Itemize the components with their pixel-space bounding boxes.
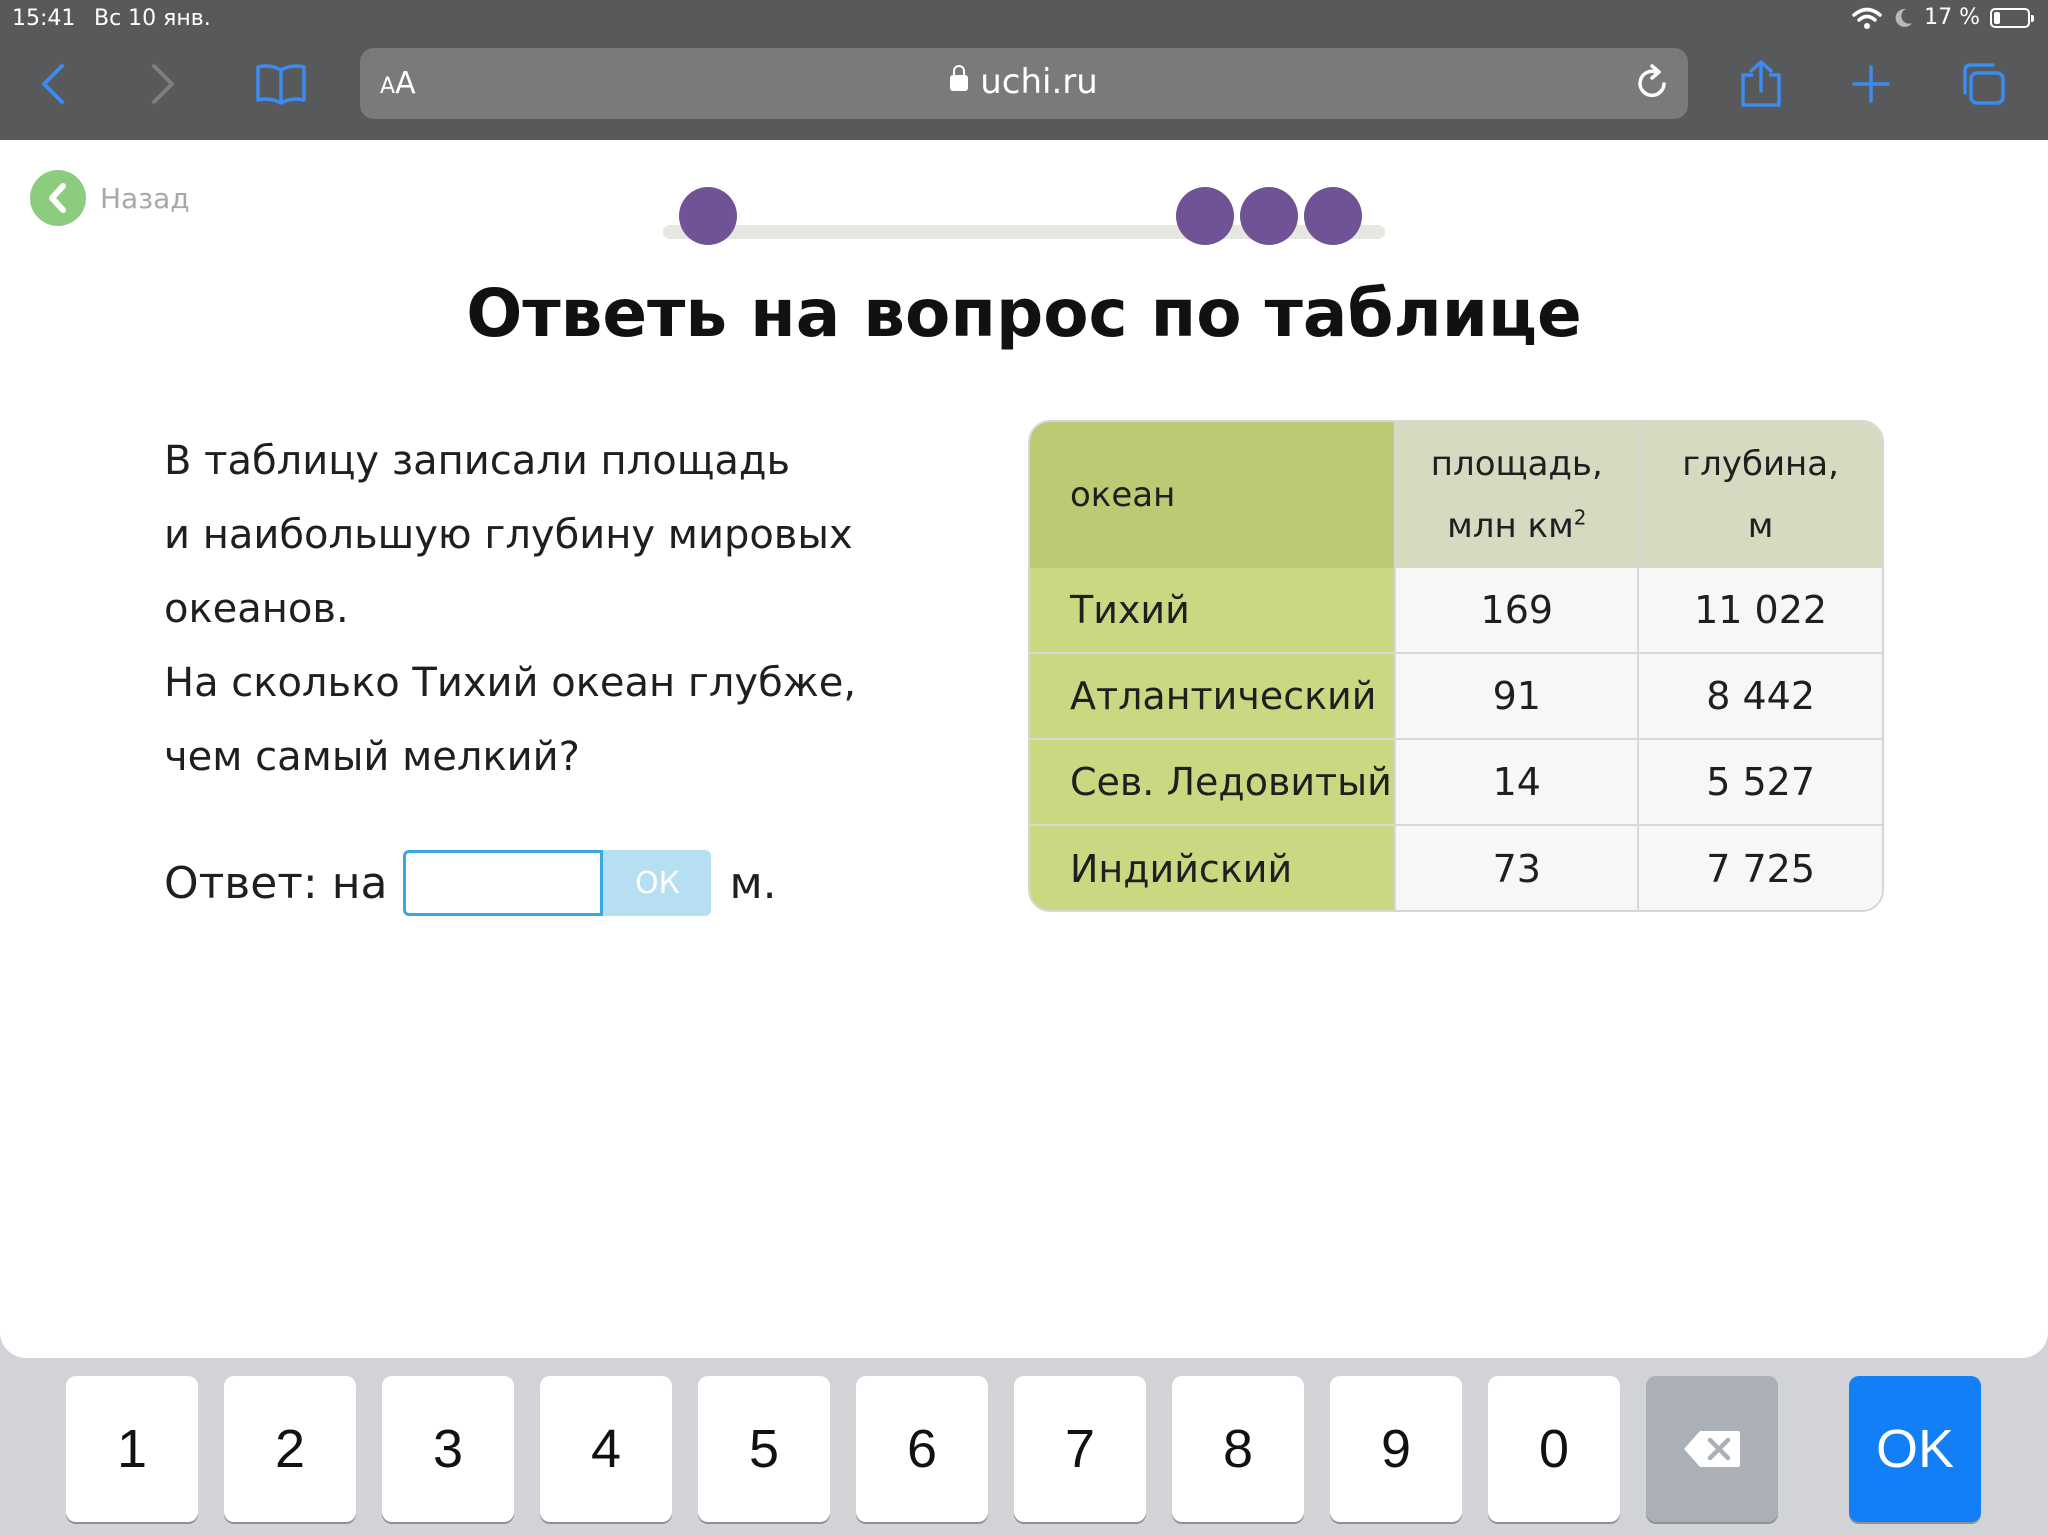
question-line: и наибольшую глубину мировых bbox=[164, 512, 853, 558]
cell-depth: 7 725 bbox=[1637, 826, 1882, 910]
reload-icon[interactable] bbox=[1634, 64, 1670, 102]
table-row: Индийский 73 7 725 bbox=[1030, 826, 1882, 910]
status-right: 17 % bbox=[1852, 5, 2034, 30]
progress-bar bbox=[663, 187, 1385, 245]
progress-dot bbox=[1304, 187, 1362, 245]
key-3[interactable]: 3 bbox=[382, 1376, 514, 1522]
wifi-icon bbox=[1852, 7, 1882, 29]
question-line: На сколько Тихий океан глубже, bbox=[164, 660, 857, 706]
answer-row: Ответ: на ОК м. bbox=[164, 850, 777, 916]
browser-back-button[interactable] bbox=[18, 52, 88, 116]
browser-chrome: 15:41 Вс 10 янв. 17 % AA uchi.ru bbox=[0, 0, 2048, 140]
tabs-icon bbox=[1963, 63, 2005, 105]
keyboard-ok-button[interactable]: OK bbox=[1849, 1376, 1981, 1522]
cell-ocean: Тихий bbox=[1030, 568, 1395, 652]
cell-depth: 5 527 bbox=[1637, 740, 1882, 824]
progress-dot bbox=[679, 187, 737, 245]
key-9[interactable]: 9 bbox=[1330, 1376, 1462, 1522]
cell-ocean: Атлантический bbox=[1030, 654, 1395, 738]
oceans-table: океан площадь, млн км2 глубина, м Тихий 16… bbox=[1028, 420, 1884, 912]
status-date: Вс 10 янв. bbox=[94, 6, 211, 31]
moon-icon bbox=[1895, 8, 1913, 27]
header-area-line1: площадь, bbox=[1430, 444, 1603, 484]
key-4[interactable]: 4 bbox=[540, 1376, 672, 1522]
browser-forward-button[interactable] bbox=[128, 52, 198, 116]
battery-icon bbox=[1990, 7, 2034, 28]
chevron-right-icon bbox=[152, 64, 174, 104]
share-icon bbox=[1741, 60, 1781, 107]
chevron-left-icon bbox=[42, 64, 64, 104]
status-bar: 15:41 Вс 10 янв. 17 % bbox=[0, 0, 2048, 40]
header-depth: глубина, м bbox=[1637, 422, 1882, 568]
key-1[interactable]: 1 bbox=[66, 1376, 198, 1522]
key-5[interactable]: 5 bbox=[698, 1376, 830, 1522]
address-bar[interactable]: AA uchi.ru bbox=[360, 48, 1688, 119]
cell-area: 73 bbox=[1394, 826, 1638, 910]
book-icon bbox=[256, 64, 306, 105]
plus-icon bbox=[1852, 65, 1890, 103]
table-row: Сев. Ледовитый 14 5 527 bbox=[1030, 740, 1882, 826]
status-time: 15:41 bbox=[12, 6, 76, 31]
progress-dot bbox=[1176, 187, 1234, 245]
cell-area: 14 bbox=[1394, 740, 1638, 824]
share-button[interactable] bbox=[1726, 52, 1796, 116]
chevron-left-icon bbox=[49, 183, 66, 213]
battery-percent: 17 % bbox=[1924, 5, 1980, 30]
header-area-sup: 2 bbox=[1573, 505, 1587, 530]
answer-prefix: Ответ: на bbox=[164, 857, 388, 909]
back-circle[interactable] bbox=[30, 170, 86, 226]
backspace-icon bbox=[1684, 1431, 1740, 1467]
header-area-line2: млн км bbox=[1447, 506, 1574, 546]
bookmarks-button[interactable] bbox=[246, 52, 316, 116]
url-text: uchi.ru bbox=[980, 62, 1098, 102]
answer-input[interactable] bbox=[403, 850, 604, 916]
question-line: В таблицу записали площадь bbox=[164, 438, 791, 484]
new-tab-button[interactable] bbox=[1836, 52, 1906, 116]
header-depth-line1: глубина, bbox=[1682, 444, 1839, 484]
key-2[interactable]: 2 bbox=[224, 1376, 356, 1522]
table-header-row: океан площадь, млн км2 глубина, м bbox=[1030, 422, 1882, 568]
question-line: океанов. bbox=[164, 586, 349, 632]
key-6[interactable]: 6 bbox=[856, 1376, 988, 1522]
progress-dot bbox=[1240, 187, 1298, 245]
table-row: Тихий 169 11 022 bbox=[1030, 568, 1882, 654]
key-0[interactable]: 0 bbox=[1488, 1376, 1620, 1522]
header-area: площадь, млн км2 bbox=[1394, 422, 1638, 568]
header-depth-line2: м bbox=[1747, 506, 1774, 546]
cell-area: 169 bbox=[1394, 568, 1638, 652]
page-title: Ответь на вопрос по таблице bbox=[466, 275, 1582, 352]
cell-ocean: Сев. Ледовитый bbox=[1030, 740, 1395, 824]
answer-unit: м. bbox=[729, 857, 777, 909]
header-ocean: океан bbox=[1030, 422, 1395, 568]
question-text: В таблицу записали площадь и наибольшую … bbox=[164, 424, 924, 794]
cell-depth: 11 022 bbox=[1637, 568, 1882, 652]
backspace-key[interactable] bbox=[1646, 1376, 1778, 1522]
url-display[interactable]: uchi.ru bbox=[360, 62, 1688, 102]
answer-ok-button[interactable]: ОК bbox=[603, 850, 712, 916]
question-line: чем самый мелкий? bbox=[164, 734, 580, 780]
tabs-button[interactable] bbox=[1948, 52, 2018, 116]
cell-area: 91 bbox=[1394, 654, 1638, 738]
lock-icon bbox=[950, 65, 969, 91]
numeric-keyboard: 1 2 3 4 5 6 7 8 9 0 OK bbox=[0, 1358, 2048, 1536]
table-row: Атлантический 91 8 442 bbox=[1030, 654, 1882, 740]
key-7[interactable]: 7 bbox=[1014, 1376, 1146, 1522]
back-link[interactable]: Назад bbox=[30, 170, 190, 226]
cell-depth: 8 442 bbox=[1637, 654, 1882, 738]
cell-ocean: Индийский bbox=[1030, 826, 1395, 910]
back-label[interactable]: Назад bbox=[100, 182, 190, 215]
page-content: Назад Ответь на вопрос по таблице В табл… bbox=[0, 140, 2048, 1358]
key-8[interactable]: 8 bbox=[1172, 1376, 1304, 1522]
